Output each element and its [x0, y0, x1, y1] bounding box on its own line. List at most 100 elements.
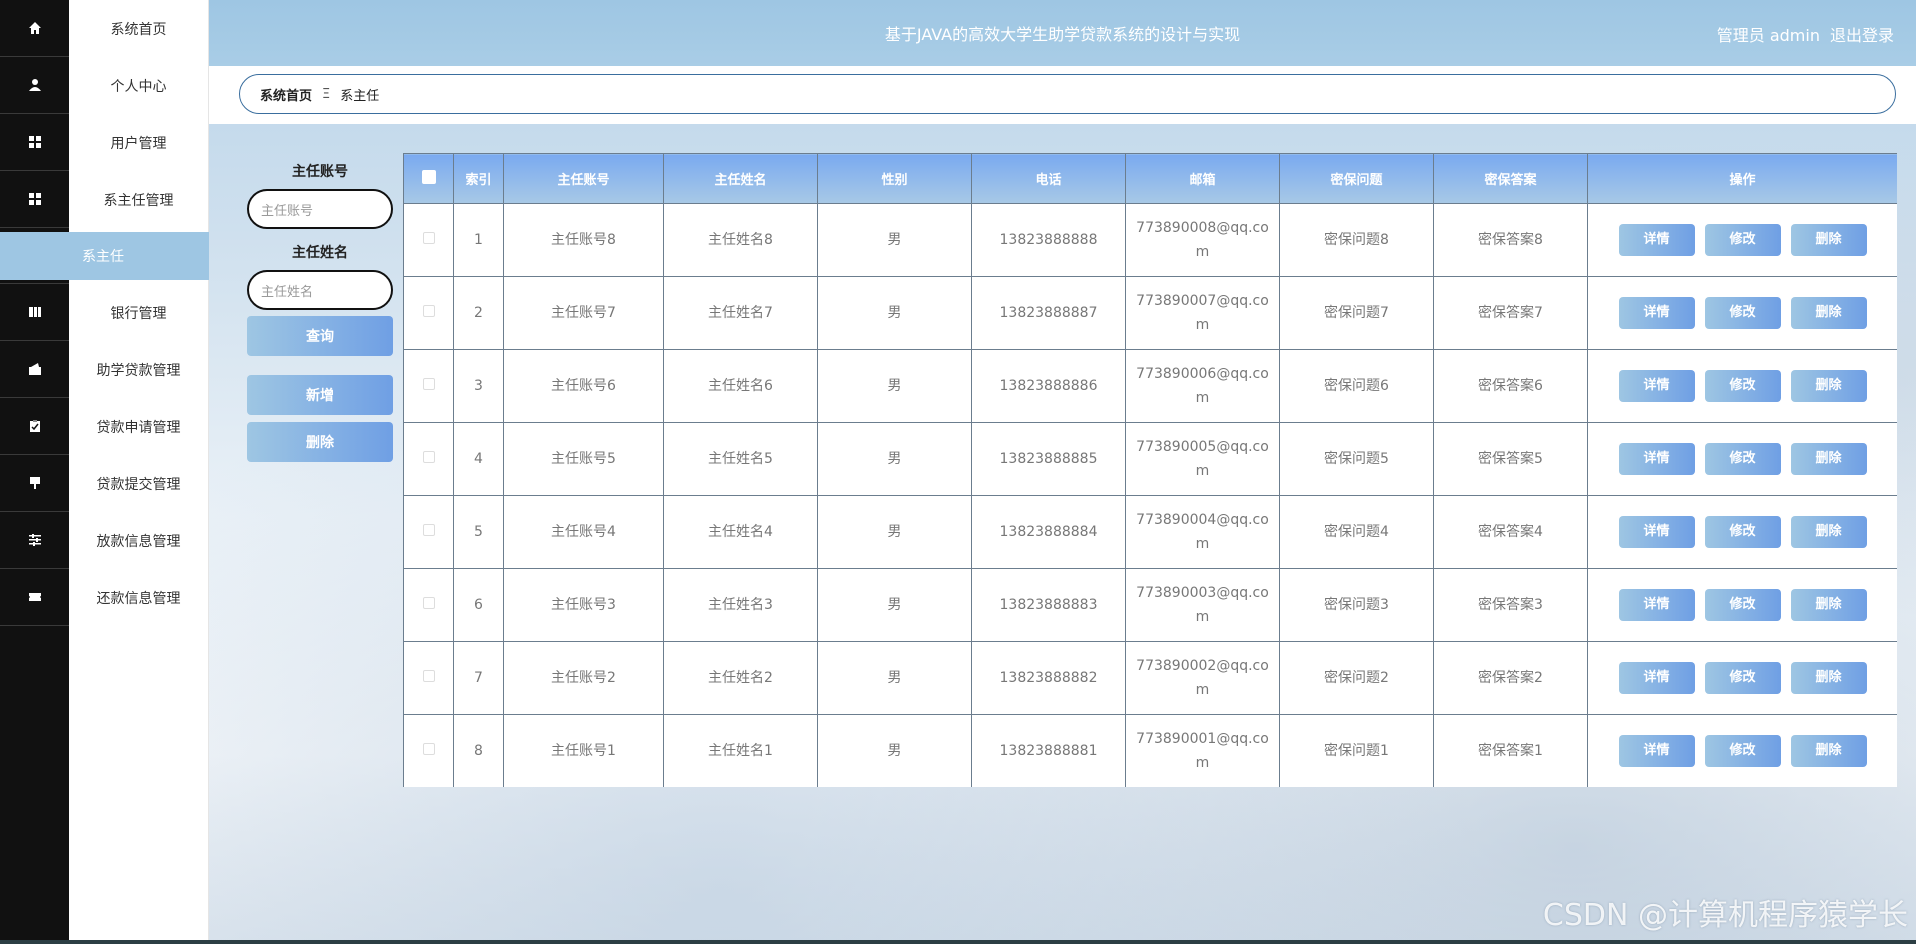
delete-button[interactable]: 删除 [1790, 735, 1867, 767]
book-icon[interactable] [0, 284, 69, 341]
name-search-input[interactable]: 主任姓名 [247, 270, 393, 310]
logout-link[interactable]: 退出登录 [1830, 22, 1894, 46]
wallet-icon[interactable] [0, 341, 69, 398]
sidebar-subitem-director[interactable]: 系主任 [0, 232, 209, 280]
flag-icon[interactable] [0, 455, 69, 512]
detail-button[interactable]: 详情 [1618, 589, 1695, 621]
delete-button[interactable]: 删除 [1790, 370, 1867, 402]
table-cell: 主任姓名6 [663, 349, 818, 423]
table-row: 4 主任账号5 主任姓名5 男 13823888885 773890005@qq.com 密… [403, 422, 1897, 496]
breadcrumb-current: 系主任 [340, 88, 380, 104]
table-cell: 男 [817, 422, 972, 496]
table-row: 8 主任账号1 主任姓名1 男 13823888881 773890001@qq.com 密… [403, 714, 1897, 787]
table-cell: 773890008@qq.com [1125, 203, 1280, 277]
edit-button[interactable]: 修改 [1704, 224, 1781, 256]
sidebar-item-loan-application[interactable]: 贷款申请管理 [69, 398, 208, 455]
table-cell: 13823888883 [971, 568, 1126, 642]
detail-button[interactable]: 详情 [1618, 516, 1695, 548]
home-icon[interactable] [0, 0, 69, 57]
grid-icon[interactable] [0, 171, 69, 228]
edit-button[interactable]: 修改 [1704, 735, 1781, 767]
query-button[interactable]: 查询 [247, 316, 393, 356]
table-cell: 主任账号6 [503, 349, 664, 423]
col-header: 电话 [971, 153, 1126, 204]
col-header: 索引 [453, 153, 504, 204]
sidebar-item-director[interactable]: 系主任管理 [69, 171, 208, 228]
delete-button[interactable]: 删除 [1790, 589, 1867, 621]
row-checkbox[interactable] [403, 203, 454, 277]
table-row: 1 主任账号8 主任姓名8 男 13823888888 773890008@qq.com 密… [403, 203, 1897, 277]
delete-button[interactable]: 删除 [1790, 224, 1867, 256]
table-cell: 773890005@qq.com [1125, 422, 1280, 496]
table-cell: 3 [453, 349, 504, 423]
breadcrumb-separator: Ξ [322, 86, 331, 102]
row-checkbox[interactable] [403, 422, 454, 496]
table-row: 5 主任账号4 主任姓名4 男 13823888884 773890004@qq.com 密… [403, 495, 1897, 569]
table-cell: 7 [453, 641, 504, 715]
detail-button[interactable]: 详情 [1618, 735, 1695, 767]
sidebar-menu: 系统首页 个人中心 用户管理 系主任管理 银行管理 助学贷款管理 贷款申请管理 … [69, 0, 209, 944]
clipboard-icon[interactable] [0, 398, 69, 455]
table-cell: 男 [817, 714, 972, 787]
row-actions: 详情 修改 删除 [1587, 422, 1897, 496]
edit-button[interactable]: 修改 [1704, 370, 1781, 402]
table-row: 6 主任账号3 主任姓名3 男 13823888883 773890003@qq.com 密… [403, 568, 1897, 642]
edit-button[interactable]: 修改 [1704, 589, 1781, 621]
detail-button[interactable]: 详情 [1618, 370, 1695, 402]
sidebar-item-home[interactable]: 系统首页 [69, 0, 208, 57]
breadcrumb-home[interactable]: 系统首页 [260, 85, 312, 104]
sidebar-item-disbursement[interactable]: 放款信息管理 [69, 512, 208, 569]
edit-button[interactable]: 修改 [1704, 297, 1781, 329]
table-cell: 密保答案8 [1433, 203, 1588, 277]
table-cell: 主任姓名3 [663, 568, 818, 642]
batch-delete-button[interactable]: 删除 [247, 422, 393, 462]
edit-button[interactable]: 修改 [1704, 443, 1781, 475]
sliders-icon[interactable] [0, 512, 69, 569]
row-actions: 详情 修改 删除 [1587, 714, 1897, 787]
row-actions: 详情 修改 删除 [1587, 276, 1897, 350]
table-cell: 男 [817, 495, 972, 569]
detail-button[interactable]: 详情 [1618, 443, 1695, 475]
table-cell: 男 [817, 349, 972, 423]
user-icon[interactable] [0, 57, 69, 114]
table-cell: 773890004@qq.com [1125, 495, 1280, 569]
row-checkbox[interactable] [403, 641, 454, 715]
edit-button[interactable]: 修改 [1704, 516, 1781, 548]
add-button[interactable]: 新增 [247, 375, 393, 415]
table-cell: 密保问题5 [1279, 422, 1434, 496]
app-title: 基于JAVA的高效大学生助学贷款系统的设计与实现 [884, 25, 1241, 44]
grid-icon[interactable] [0, 114, 69, 171]
table-cell: 密保答案7 [1433, 276, 1588, 350]
account-search-input[interactable]: 主任账号 [247, 189, 393, 229]
detail-button[interactable]: 详情 [1618, 297, 1695, 329]
table-cell: 主任账号4 [503, 495, 664, 569]
row-checkbox[interactable] [403, 568, 454, 642]
sidebar-item-profile[interactable]: 个人中心 [69, 57, 208, 114]
col-header: 操作 [1587, 153, 1897, 204]
row-checkbox[interactable] [403, 349, 454, 423]
delete-button[interactable]: 删除 [1790, 662, 1867, 694]
row-checkbox[interactable] [403, 495, 454, 569]
sidebar-item-bank[interactable]: 银行管理 [69, 284, 208, 341]
col-header: 主任姓名 [663, 153, 818, 204]
delete-button[interactable]: 删除 [1790, 297, 1867, 329]
breadcrumb-bar: 系统首页 Ξ 系主任 [209, 66, 1916, 124]
ticket-icon[interactable] [0, 569, 69, 626]
detail-button[interactable]: 详情 [1618, 224, 1695, 256]
sidebar-item-loan-submission[interactable]: 贷款提交管理 [69, 455, 208, 512]
breadcrumb: 系统首页 Ξ 系主任 [239, 74, 1896, 114]
delete-button[interactable]: 删除 [1790, 443, 1867, 475]
select-all-checkbox[interactable] [403, 153, 454, 204]
sidebar-item-student-loan[interactable]: 助学贷款管理 [69, 341, 208, 398]
search-panel: 主任账号 主任账号 主任姓名 主任姓名 查询 新增 删除 [247, 160, 393, 462]
table-cell: 13823888888 [971, 203, 1126, 277]
row-checkbox[interactable] [403, 714, 454, 787]
row-actions: 详情 修改 删除 [1587, 203, 1897, 277]
detail-button[interactable]: 详情 [1618, 662, 1695, 694]
delete-button[interactable]: 删除 [1790, 516, 1867, 548]
table-cell: 主任账号2 [503, 641, 664, 715]
edit-button[interactable]: 修改 [1704, 662, 1781, 694]
sidebar-item-repayment[interactable]: 还款信息管理 [69, 569, 208, 626]
row-checkbox[interactable] [403, 276, 454, 350]
sidebar-item-users[interactable]: 用户管理 [69, 114, 208, 171]
